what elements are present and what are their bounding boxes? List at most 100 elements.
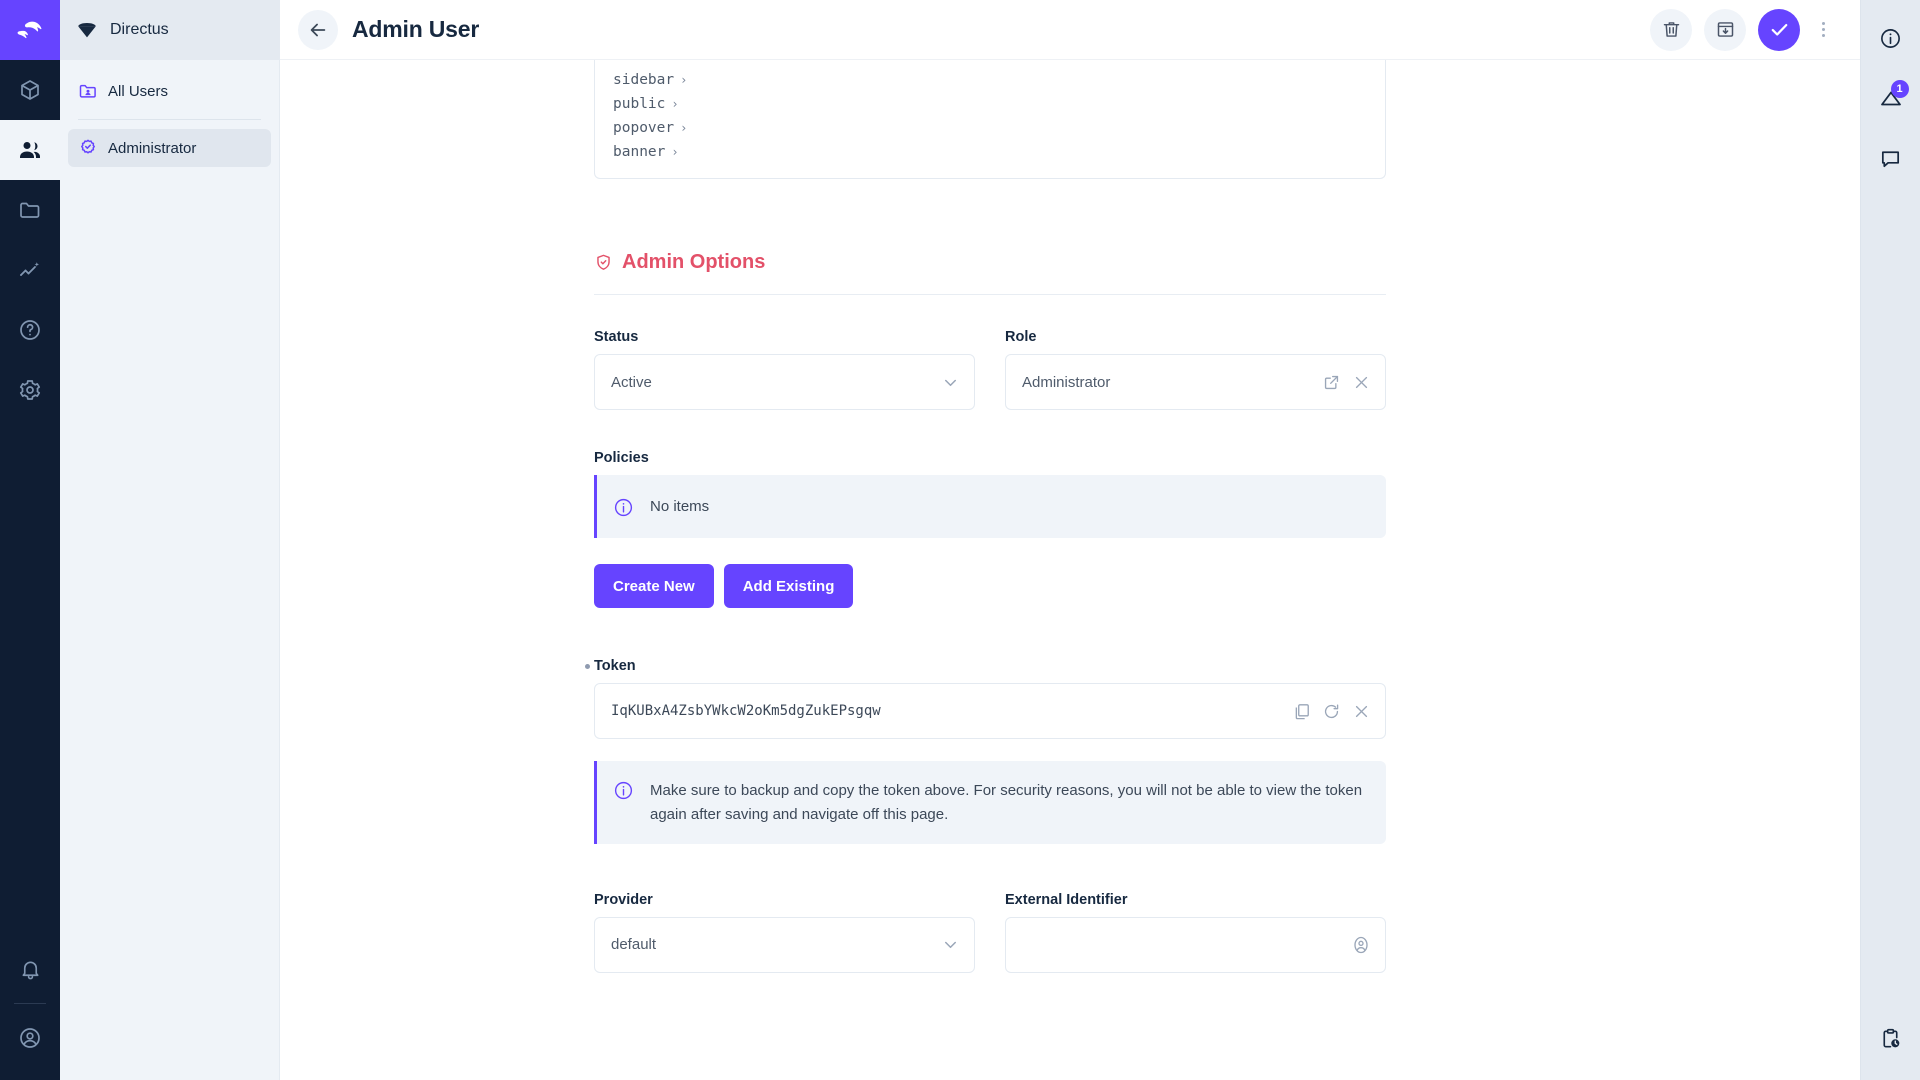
info-sidebar-button[interactable] [1861, 8, 1920, 68]
sidebar-item-administrator[interactable]: Administrator [68, 129, 271, 167]
module-insights[interactable] [0, 240, 60, 300]
module-settings[interactable] [0, 360, 60, 420]
directus-gem-icon [76, 19, 98, 41]
gear-icon [18, 378, 42, 402]
bell-icon [19, 958, 42, 981]
info-circle-icon [613, 780, 635, 801]
account-circle-icon [1351, 935, 1371, 955]
policies-actions: Create New Add Existing [594, 564, 1386, 608]
navigation-list: All Users Administrator [60, 60, 279, 167]
theme-overrides-tree: sidebar › public › popover › banner › [594, 60, 1386, 179]
kebab-dot [1822, 28, 1825, 31]
form-scroll-area[interactable]: sidebar › public › popover › banner › [280, 60, 1860, 1080]
delete-button[interactable] [1650, 9, 1692, 51]
activity-log-button[interactable] [1861, 1008, 1920, 1068]
tree-item-label: sidebar [613, 72, 674, 88]
tree-item-banner[interactable]: banner › [595, 140, 1385, 164]
tree-item-public[interactable]: public › [595, 92, 1385, 116]
policies-empty-text: No items [650, 495, 709, 518]
page-title: Admin User [352, 16, 479, 43]
module-help[interactable] [0, 300, 60, 360]
module-account[interactable] [0, 1008, 60, 1068]
check-icon [1768, 18, 1791, 41]
save-button[interactable] [1758, 9, 1800, 51]
external-identifier-input[interactable] [1005, 917, 1386, 973]
trash-icon [1661, 19, 1682, 40]
navigation-sidebar: Directus All Users Administrator [60, 0, 280, 1080]
role-label: Role [1005, 329, 1386, 345]
close-icon[interactable] [1352, 373, 1371, 392]
policies-empty-notice: No items [594, 475, 1386, 538]
directus-rabbit-logo-icon [15, 15, 45, 45]
form-container: sidebar › public › popover › banner › [594, 60, 1386, 973]
role-field: Role Administrator [1005, 329, 1386, 410]
policies-field: Policies No items Create New [594, 450, 1386, 608]
add-existing-button[interactable]: Add Existing [724, 564, 854, 608]
folder-user-icon [78, 81, 98, 101]
revisions-sidebar-button[interactable]: 1 [1861, 68, 1920, 128]
comments-sidebar-button[interactable] [1861, 128, 1920, 188]
status-field: Status Active [594, 329, 975, 410]
archive-button[interactable] [1704, 9, 1746, 51]
project-header[interactable]: Directus [60, 0, 279, 60]
module-bar [0, 0, 60, 1080]
comment-icon [1879, 147, 1902, 170]
status-value: Active [611, 374, 941, 391]
info-circle-icon [1879, 27, 1902, 50]
folder-icon [18, 198, 42, 222]
external-identifier-adornments [1351, 935, 1371, 955]
status-adornments [941, 373, 960, 392]
sidebar-divider [78, 119, 261, 120]
admin-options-title: Admin Options [622, 251, 765, 274]
refresh-icon[interactable] [1322, 702, 1341, 721]
module-files[interactable] [0, 180, 60, 240]
account-circle-icon [18, 1026, 42, 1050]
module-content[interactable] [0, 60, 60, 120]
directus-logo[interactable] [0, 0, 60, 60]
module-users[interactable] [0, 120, 60, 180]
external-link-icon[interactable] [1322, 373, 1341, 392]
tree-item-popover[interactable]: popover › [595, 116, 1385, 140]
info-circle-icon [613, 497, 635, 518]
chevron-down-icon[interactable] [941, 373, 960, 392]
copy-icon[interactable] [1292, 702, 1311, 721]
module-notifications[interactable] [0, 939, 60, 999]
token-value: IqKUBxA4ZsbYWkcW2oKm5dgZukEPsgqw [611, 703, 1292, 719]
token-input[interactable]: IqKUBxA4ZsbYWkcW2oKm5dgZukEPsgqw [594, 683, 1386, 739]
token-label-text: Token [594, 658, 636, 674]
chevron-right-icon: › [671, 97, 678, 111]
token-security-notice: Make sure to backup and copy the token a… [594, 761, 1386, 844]
token-label: Token [594, 658, 1386, 674]
project-name: Directus [110, 21, 169, 39]
chevron-right-icon: › [680, 73, 687, 87]
provider-value: default [611, 936, 941, 953]
close-icon[interactable] [1352, 702, 1371, 721]
users-icon [18, 138, 42, 162]
status-label: Status [594, 329, 975, 345]
admin-options-heading: Admin Options [594, 251, 1386, 274]
create-new-button[interactable]: Create New [594, 564, 714, 608]
tree-item-sidebar[interactable]: sidebar › [595, 68, 1385, 92]
section-divider [594, 294, 1386, 295]
provider-label: Provider [594, 892, 975, 908]
provider-select[interactable]: default [594, 917, 975, 973]
chevron-down-icon[interactable] [941, 935, 960, 954]
status-select[interactable]: Active [594, 354, 975, 410]
revisions-badge: 1 [1891, 80, 1909, 98]
page-header: Admin User [280, 0, 1860, 60]
more-options-button[interactable] [1810, 9, 1836, 51]
shield-check-icon [594, 253, 613, 272]
chevron-right-icon: › [680, 121, 687, 135]
external-identifier-label: External Identifier [1005, 892, 1386, 908]
provider-identifier-row: Provider default External Identifier [594, 892, 1386, 973]
archive-icon [1715, 19, 1736, 40]
policies-label: Policies [594, 450, 1386, 466]
token-adornments [1292, 702, 1371, 721]
token-field: Token IqKUBxA4ZsbYWkcW2oKm5dgZukEPsgqw [594, 658, 1386, 844]
sidebar-item-all-users[interactable]: All Users [68, 72, 271, 110]
back-button[interactable] [298, 10, 338, 50]
box-icon [18, 78, 42, 102]
role-input[interactable]: Administrator [1005, 354, 1386, 410]
app-root: Directus All Users Administrator [0, 0, 1920, 1080]
external-identifier-field: External Identifier [1005, 892, 1386, 973]
